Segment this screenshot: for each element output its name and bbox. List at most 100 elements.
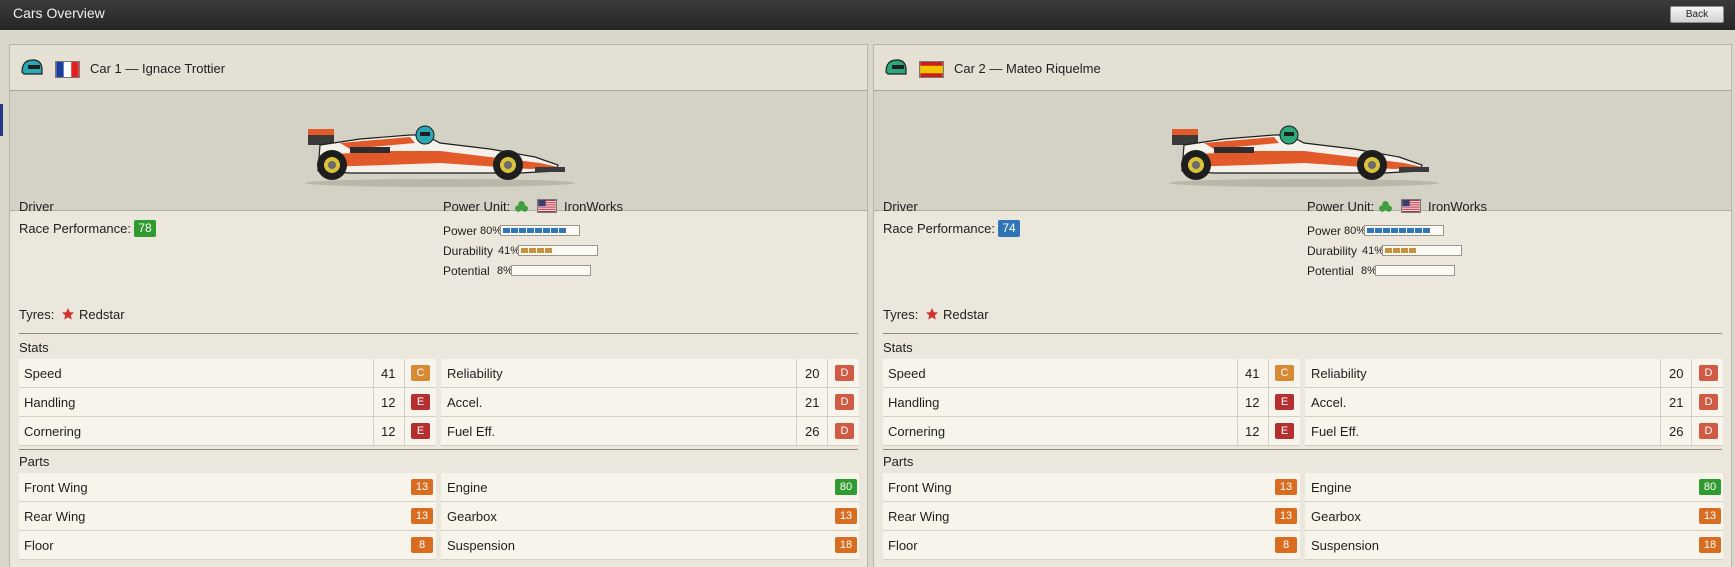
part-name: Suspension <box>1311 538 1379 553</box>
parts-separator <box>19 449 858 450</box>
meter-segment <box>519 228 526 233</box>
part-level-badge: 80 <box>1699 479 1721 495</box>
cell-divider <box>404 388 405 417</box>
meter-segment <box>529 248 536 253</box>
stat-grade-badge: E <box>411 394 430 410</box>
cell-divider <box>404 417 405 446</box>
redstar-icon <box>926 308 938 320</box>
meter-segment <box>1385 248 1392 253</box>
race-performance-badge: 78 <box>134 220 156 237</box>
part-level-badge: 8 <box>411 537 433 553</box>
car-panel: Car 2 — Mateo Riquelme Driver Race Perfor… <box>873 44 1732 567</box>
stat-grade-badge: D <box>1699 423 1718 439</box>
meter-pct-power: 80% <box>1344 225 1367 237</box>
part-name: Engine <box>447 480 488 495</box>
usa-flag-icon <box>537 199 557 213</box>
meter-segment <box>559 228 566 233</box>
stat-row: Cornering 12 E <box>883 417 1300 446</box>
stat-grade-badge: D <box>835 394 854 410</box>
cell-divider <box>796 417 797 446</box>
cell-divider <box>1268 417 1269 446</box>
cell-divider <box>404 359 405 388</box>
cell-divider <box>1660 388 1661 417</box>
stat-grade-badge: C <box>411 365 430 381</box>
race-performance-badge: 74 <box>998 220 1020 237</box>
stat-name: Speed <box>24 366 62 381</box>
clover-icon <box>515 201 528 212</box>
stat-value: 12 <box>1245 395 1260 410</box>
car-header: Car 1 — Ignace Trottier <box>10 45 867 91</box>
cell-divider <box>1660 417 1661 446</box>
meter-label-power: Power <box>443 224 478 238</box>
stat-grade-badge: C <box>1275 365 1294 381</box>
stat-name: Cornering <box>888 424 946 439</box>
stat-name: Handling <box>24 395 76 410</box>
usa-flag-icon <box>1401 199 1421 213</box>
stat-name: Fuel Eff. <box>447 424 496 439</box>
parts-heading: Parts <box>883 454 914 469</box>
cell-divider <box>1691 417 1692 446</box>
car-showcase <box>10 91 867 211</box>
cell-divider <box>1237 388 1238 417</box>
meter-label-durability: Durability <box>1307 244 1358 258</box>
parts-separator <box>883 449 1722 450</box>
stat-grade-badge: D <box>835 423 854 439</box>
part-row[interactable]: Floor 8 <box>883 531 1300 560</box>
stat-name: Reliability <box>1311 366 1367 381</box>
part-row[interactable]: Suspension 18 <box>441 531 859 560</box>
part-row[interactable]: Rear Wing 13 <box>19 502 436 531</box>
part-row[interactable]: Front Wing 13 <box>19 473 436 502</box>
part-row[interactable]: Gearbox 13 <box>441 502 859 531</box>
part-row[interactable]: Rear Wing 13 <box>883 502 1300 531</box>
window-title: Cars Overview <box>13 5 105 21</box>
part-name: Gearbox <box>447 509 497 524</box>
part-row[interactable]: Engine 80 <box>441 473 859 502</box>
meter-segment <box>1409 248 1416 253</box>
meter-segment <box>537 248 544 253</box>
part-row[interactable]: Gearbox 13 <box>1305 502 1723 531</box>
part-name: Floor <box>24 538 54 553</box>
stat-grade-badge: D <box>1699 365 1718 381</box>
meter-segment <box>1383 228 1390 233</box>
part-name: Engine <box>1311 480 1352 495</box>
part-row[interactable]: Suspension 18 <box>1305 531 1723 560</box>
stat-row: Handling 12 E <box>883 388 1300 417</box>
stat-row: Reliability 20 D <box>441 359 859 388</box>
stat-value: 26 <box>1669 424 1684 439</box>
back-button[interactable]: Back <box>1670 6 1724 23</box>
meter-segment <box>1367 228 1374 233</box>
meter-segment <box>1415 228 1422 233</box>
cell-divider <box>1237 417 1238 446</box>
content-area: Car 1 — Ignace Trottier Driver Race Perfo… <box>0 30 1735 567</box>
car-title: Car 1 — Ignace Trottier <box>90 61 226 76</box>
power-unit-name: IronWorks <box>1428 199 1487 214</box>
part-level-badge: 8 <box>1275 537 1297 553</box>
meter-segment <box>1423 228 1430 233</box>
stat-name: Handling <box>888 395 940 410</box>
race-performance-label: Race Performance: <box>883 221 995 236</box>
meter-label-durability: Durability <box>443 244 494 258</box>
cell-divider <box>1660 359 1661 388</box>
part-level-badge: 18 <box>1699 537 1721 553</box>
driver-helmet-icon <box>21 59 43 75</box>
stats-heading: Stats <box>19 340 49 355</box>
meter-segment <box>1375 228 1382 233</box>
part-level-badge: 13 <box>1275 508 1297 524</box>
meter-segment <box>1391 228 1398 233</box>
stat-value: 12 <box>381 424 396 439</box>
cell-divider <box>373 417 374 446</box>
cell-divider <box>1268 359 1269 388</box>
part-row[interactable]: Engine 80 <box>1305 473 1723 502</box>
meter-durability <box>1382 245 1462 256</box>
part-row[interactable]: Floor 8 <box>19 531 436 560</box>
race-performance-label: Race Performance: <box>19 221 131 236</box>
cell-divider <box>827 417 828 446</box>
meter-power <box>1364 225 1444 236</box>
driver-label: Driver <box>883 199 918 214</box>
meter-segment <box>1401 248 1408 253</box>
stat-value: 41 <box>381 366 396 381</box>
cell-divider <box>827 388 828 417</box>
stat-row: Fuel Eff. 26 D <box>441 417 859 446</box>
part-row[interactable]: Front Wing 13 <box>883 473 1300 502</box>
part-name: Rear Wing <box>24 509 86 524</box>
